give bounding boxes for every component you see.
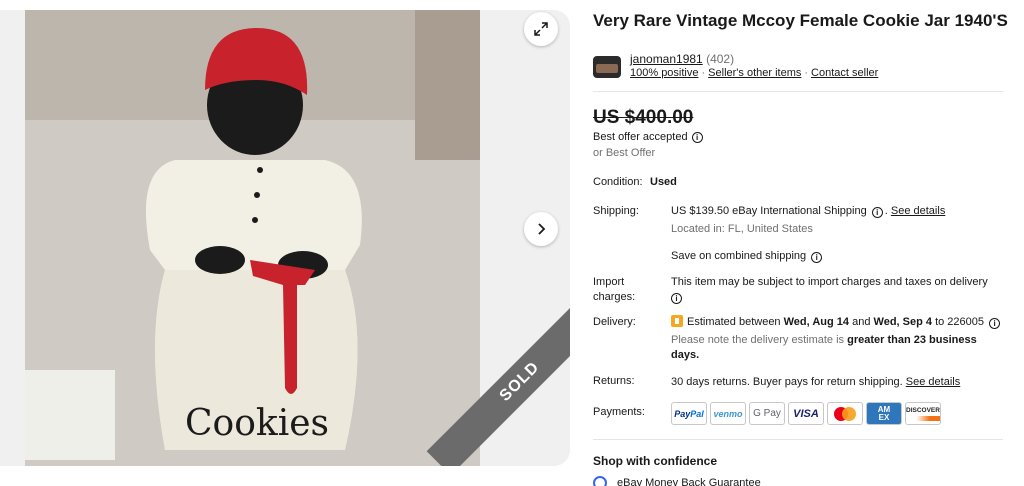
amex-icon: AM EX [866,402,902,425]
info-icon[interactable]: i [691,131,703,143]
venmo-icon: venmo [710,402,746,425]
info-icon[interactable]: i [989,318,1001,329]
usps-icon [671,315,683,327]
returns-value: 30 days returns. Buyer pays for return s… [671,376,961,388]
seller-feedback-count: (402) [706,52,735,66]
divider [593,91,1003,92]
google-pay-icon: G Pay [749,402,785,425]
or-best-offer: or Best Offer [593,147,656,159]
shipping-cost: US $139.50 eBay International Shipping [671,205,867,217]
jar-cookies-text: Cookies [185,403,329,444]
shield-icon [593,476,607,486]
info-icon[interactable]: i [811,252,823,263]
shop-with-confidence-heading: Shop with confidence [593,454,718,468]
seller-positive-link[interactable]: 100% positive [630,67,699,79]
shipping-label: Shipping: [593,205,639,217]
image-gallery: Cookies SOLD [0,10,570,466]
seller-other-items-link[interactable]: Seller's other items [708,67,801,79]
import-value: This item may be subject to import charg… [671,276,988,304]
shipping-location: Located in: FL, United States [671,223,813,235]
contact-seller-link[interactable]: Contact seller [811,67,878,79]
shipping-value: US $139.50 eBay International Shipping i… [671,205,946,218]
delivery-estimate: Estimated between Wed, Aug 14 and Wed, S… [671,315,1011,330]
seller-avatar[interactable] [593,56,621,78]
chevron-right-icon [538,223,546,235]
expand-icon [534,22,548,36]
seller-name-link[interactable]: janoman1981 [630,52,703,66]
shipping-see-details-link[interactable]: See details [891,205,945,217]
best-offer-accepted: Best offer accepted i [593,131,705,143]
mastercard-icon [827,402,863,425]
discover-icon: DISCOVER [905,402,941,425]
money-back-guarantee[interactable]: eBay Money Back Guarantee [593,476,761,486]
returns-see-details-link[interactable]: See details [906,376,960,388]
listing-title: Very Rare Vintage Mccoy Female Cookie Ja… [593,11,1008,30]
cookie-jar-illustration: Cookies [25,10,480,466]
condition-value: Used [650,176,677,188]
combined-shipping: Save on combined shipping i [671,249,1011,264]
returns-label: Returns: [593,375,635,387]
original-price: US $400.00 [593,107,694,128]
paypal-icon: Pay Pal [671,402,707,425]
info-icon[interactable]: i [871,207,883,218]
payments-label: Payments: [593,406,645,418]
seller-info: janoman1981 (402) 100% positive · Seller's… [593,52,1013,82]
info-icon[interactable]: i [671,293,682,304]
delivery-note: Please note the delivery estimate is gre… [671,334,977,361]
payment-methods: Pay Pal venmo G Pay VISA AM EX DISCOVER [671,402,941,425]
divider [593,439,1003,440]
condition-label: Condition: [593,176,643,188]
visa-icon: VISA [788,402,824,425]
delivery-label: Delivery: [593,316,636,328]
next-image-button[interactable] [524,212,558,246]
import-label: Import charges: [593,276,636,303]
expand-image-button[interactable] [524,12,558,46]
listing-photo[interactable]: Cookies [25,10,480,466]
